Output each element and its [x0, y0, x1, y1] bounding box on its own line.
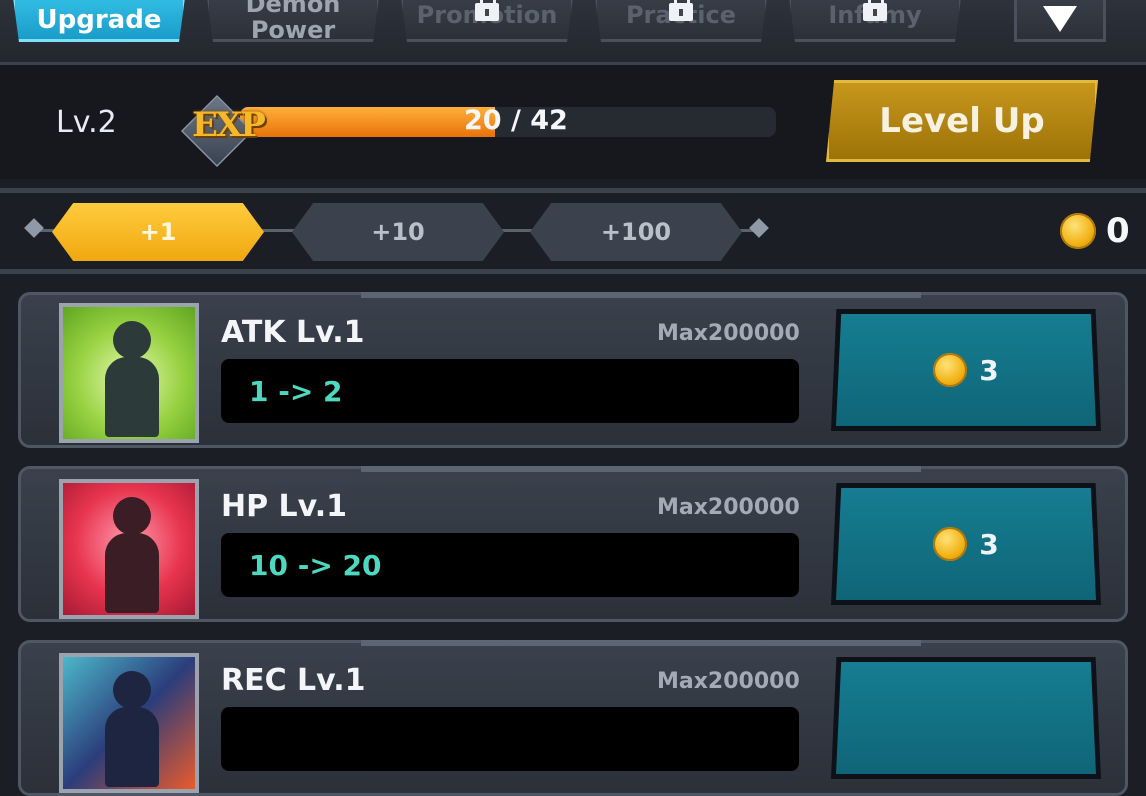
stat-title: REC Lv.1 — [221, 663, 366, 698]
tab-demon-power[interactable]: Demon Power — [206, 0, 380, 42]
figure-head — [113, 321, 151, 359]
multiplier-plus1-label: +1 — [139, 218, 177, 246]
exp-progress-fill — [240, 107, 496, 137]
figure-body — [105, 357, 159, 437]
tab-practice[interactable]: Practice — [594, 0, 768, 42]
rec-cross-portrait — [59, 653, 199, 793]
hp-heart-portrait — [59, 479, 199, 619]
stat-change-value: 1 -> 2 — [249, 374, 343, 408]
player-level: Lv.2 — [56, 105, 117, 140]
stat-max: Max200000 — [657, 669, 800, 694]
buy-hp-button[interactable]: 3 — [831, 483, 1101, 605]
tab-upgrade-label: Upgrade — [36, 4, 162, 35]
stat-card-rec: REC Lv.1 Max200000 — [18, 640, 1128, 796]
buy-rec-button[interactable] — [831, 657, 1101, 779]
level-panel: Lv.2 EXP 20 / 42 Level Up — [0, 65, 1146, 179]
buy-rec-button-face — [836, 662, 1096, 774]
stat-change-value: 10 -> 20 — [249, 548, 382, 582]
exp-value: 20 / 42 — [464, 105, 568, 136]
lock-icon — [475, 0, 499, 21]
multiplier-plus1-button[interactable]: +1 — [52, 203, 264, 261]
stat-change-box: 1 -> 2 — [221, 359, 799, 423]
gold-coin-icon — [933, 527, 968, 561]
lock-icon — [863, 0, 887, 21]
buy-cost: 3 — [979, 353, 999, 387]
stat-change-box — [221, 707, 799, 771]
buy-atk-button[interactable]: 3 — [831, 309, 1101, 431]
figure-body — [105, 533, 159, 613]
stat-title: ATK Lv.1 — [221, 315, 365, 350]
multiplier-plus10-label: +10 — [371, 218, 425, 246]
buy-atk-button-face: 3 — [836, 314, 1096, 426]
buy-hp-button-face: 3 — [836, 488, 1096, 600]
stat-card-hp: HP Lv.1 Max200000 10 -> 20 3 — [18, 466, 1128, 622]
atk-figure-portrait — [59, 303, 199, 443]
connector-end-icon — [24, 218, 44, 238]
stat-max: Max200000 — [657, 495, 800, 520]
gold-coin-icon — [933, 353, 968, 387]
stat-max: Max200000 — [657, 321, 800, 346]
multiplier-plus10-button[interactable]: +10 — [292, 203, 504, 261]
coin-balance-value: 0 — [1106, 211, 1130, 251]
tab-promotion[interactable]: Promotion — [400, 0, 574, 42]
gold-coin-icon — [1060, 213, 1096, 249]
lock-icon — [669, 0, 693, 21]
multiplier-plus100-label: +100 — [600, 218, 672, 246]
tab-upgrade[interactable]: Upgrade — [12, 0, 186, 42]
buy-cost: 3 — [979, 527, 999, 561]
figure-body — [105, 707, 159, 787]
more-tabs-button[interactable] — [1014, 0, 1106, 42]
tab-infamy[interactable]: Infamy — [788, 0, 962, 42]
connector-end-icon — [749, 218, 769, 238]
exp-label: EXP — [192, 105, 266, 145]
stat-change-box: 10 -> 20 — [221, 533, 799, 597]
stat-card-atk: ATK Lv.1 Max200000 1 -> 2 3 — [18, 292, 1128, 448]
multiplier-panel: +1 +10 +100 0 — [0, 188, 1146, 274]
level-up-label: Level Up — [879, 101, 1045, 141]
tab-demon-power-label: Demon Power — [245, 0, 341, 44]
top-tab-bar: Upgrade Demon Power Promotion Practice I… — [0, 0, 1146, 65]
figure-head — [113, 497, 151, 535]
triangle-down-icon — [1043, 5, 1077, 32]
multiplier-plus100-button[interactable]: +100 — [530, 203, 742, 261]
level-up-button[interactable]: Level Up — [826, 80, 1098, 162]
figure-head — [113, 671, 151, 709]
stat-title: HP Lv.1 — [221, 489, 348, 524]
coin-balance: 0 — [1060, 211, 1130, 251]
